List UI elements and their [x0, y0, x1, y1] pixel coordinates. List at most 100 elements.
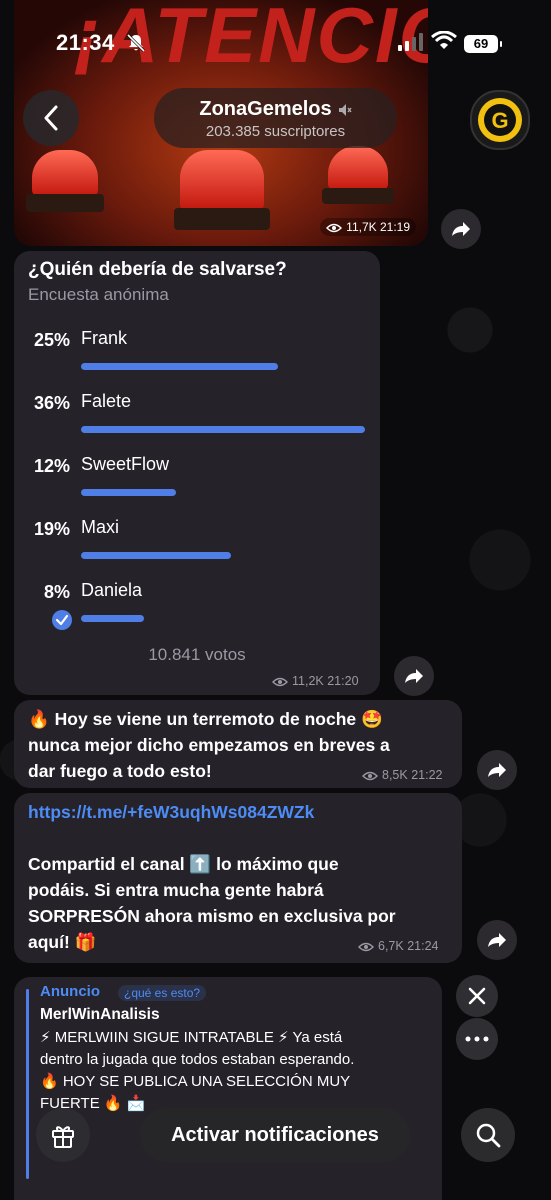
channel-avatar[interactable]: G — [470, 90, 530, 150]
poll-option-label: Maxi — [81, 517, 120, 537]
message-time: 21:22 — [411, 768, 443, 782]
ad-accent-line — [26, 989, 29, 1179]
status-bar: 21:34 69 — [0, 0, 551, 90]
forward-button[interactable] — [477, 920, 517, 960]
forward-button[interactable] — [394, 656, 434, 696]
gift-button[interactable] — [36, 1108, 90, 1162]
siren-base-right — [322, 188, 394, 204]
siren-center — [180, 150, 264, 210]
poll-option-bar — [81, 552, 231, 559]
poll-option-percent: 19% — [33, 519, 70, 539]
chevron-left-icon — [44, 105, 58, 131]
forward-button[interactable] — [477, 750, 517, 790]
media-views: 11,7K — [346, 220, 377, 234]
views-icon — [326, 223, 343, 233]
selected-check-icon — [52, 610, 72, 630]
message-bubble: https://t.me/+feW3uqhWs084ZWZk Compartid… — [14, 793, 462, 963]
search-button[interactable] — [461, 1108, 515, 1162]
muted-speaker-icon — [338, 103, 352, 116]
more-dots-icon — [465, 1036, 489, 1042]
ad-more-button[interactable] — [456, 1018, 498, 1060]
forward-icon — [452, 222, 470, 236]
gift-icon — [52, 1126, 74, 1148]
channel-name: ZonaGemelos — [199, 98, 332, 120]
ad-line: ⚡ MERLWIIN SIGUE INTRATABLE ⚡ Ya está — [40, 1029, 343, 1046]
silent-bell-icon — [126, 33, 146, 53]
ad-line: 🔥 HOY SE PUBLICA UNA SELECCIÓN MUY — [40, 1073, 351, 1090]
poll-votes[interactable]: 10.841 votos — [14, 645, 380, 665]
poll-option[interactable]: 25% Frank — [14, 328, 380, 384]
message-time: 21:24 — [407, 939, 439, 953]
message-line: 🔥 Hoy se viene un terremoto de noche 🤩 — [28, 709, 383, 729]
poll-option[interactable]: 36% Falete — [14, 391, 380, 447]
message-line: dar fuego a todo esto! — [28, 761, 212, 781]
message-link[interactable]: https://t.me/+feW3uqhWs084ZWZk — [28, 799, 396, 825]
forward-icon — [405, 669, 423, 683]
status-time: 21:34 — [56, 30, 115, 55]
poll-option-bar — [81, 489, 176, 496]
poll-option-bar — [81, 426, 365, 433]
message-line: Compartid el canal ⬆️ lo máximo que — [28, 854, 339, 874]
poll-option-percent: 8% — [43, 582, 70, 602]
battery-indicator: 69 — [464, 35, 502, 53]
message-meta: 6,7K 21:24 — [358, 939, 438, 953]
subscriber-count: 203.385 suscriptores — [205, 123, 346, 140]
siren-base-left — [26, 194, 104, 212]
media-meta: 11,7K 21:19 — [320, 218, 416, 236]
forward-button[interactable] — [441, 209, 481, 249]
message-line: SORPRESÓN ahora mismo en exclusiva por — [28, 906, 396, 926]
views-icon — [362, 771, 378, 780]
ad-label: Anuncio — [40, 983, 100, 1000]
views-icon — [272, 677, 288, 686]
close-icon — [468, 987, 486, 1005]
siren-left — [32, 150, 98, 196]
forward-icon — [488, 763, 506, 777]
poll-option-percent: 36% — [33, 393, 70, 413]
poll-option[interactable]: 8% Daniela — [14, 580, 380, 636]
channel-name-row: ZonaGemelos — [154, 98, 397, 121]
close-ad-button[interactable] — [456, 975, 498, 1017]
enable-notifications-button[interactable]: Activar notificaciones — [140, 1108, 410, 1162]
back-button[interactable] — [23, 90, 79, 146]
siren-base-center — [174, 208, 270, 230]
poll-option-label: Frank — [81, 328, 128, 348]
logo-letter: G — [491, 108, 508, 133]
poll-question: ¿Quién debería de salvarse? — [28, 259, 287, 280]
poll-type: Encuesta anónima — [28, 285, 169, 304]
forward-icon — [488, 933, 506, 947]
channel-title-pill[interactable]: ZonaGemelos 203.385 suscriptores — [154, 88, 397, 148]
message-bubble: 🔥 Hoy se viene un terremoto de noche 🤩 n… — [14, 700, 462, 788]
poll-meta: 11,2K 21:20 — [272, 674, 359, 688]
sponsored-message[interactable]: Anuncio ¿qué es esto? MerlWinAnalisis ⚡ … — [14, 977, 442, 1200]
views-icon — [358, 942, 374, 951]
message-text: 🔥 Hoy se viene un terremoto de noche 🤩 n… — [28, 706, 390, 784]
poll-option-label: Daniela — [81, 580, 143, 600]
poll-option[interactable]: 12% SweetFlow — [14, 454, 380, 510]
poll-option-bar — [81, 615, 144, 622]
ad-line: dentro la jugada que todos estaban esper… — [40, 1051, 355, 1068]
poll-time: 21:20 — [327, 674, 359, 688]
message-line: aquí! 🎁 — [28, 932, 97, 952]
ad-title: MerlWinAnalisis — [40, 1006, 160, 1023]
message-meta: 8,5K 21:22 — [362, 768, 442, 782]
poll-option-label: Falete — [81, 391, 132, 411]
wifi-icon — [431, 31, 457, 49]
ad-info-link[interactable]: ¿qué es esto? — [118, 985, 207, 1001]
message-line: podáis. Si entra mucha gente habrá — [28, 880, 324, 900]
ad-body: ⚡ MERLWIIN SIGUE INTRATABLE ⚡ Ya está de… — [40, 1027, 430, 1115]
poll-option[interactable]: 19% Maxi — [14, 517, 380, 573]
siren-right — [328, 146, 388, 190]
message-views: 6,7K — [378, 939, 404, 953]
message-line: nunca mejor dicho empezamos en breves a — [28, 735, 390, 755]
message-views: 8,5K — [382, 768, 408, 782]
poll-message: ¿Quién debería de salvarse? Encuesta anó… — [14, 251, 380, 695]
poll-views: 11,2K — [292, 674, 324, 688]
message-text: https://t.me/+feW3uqhWs084ZWZk Compartid… — [28, 799, 396, 955]
channel-logo-icon: G — [478, 98, 522, 142]
media-time: 21:19 — [379, 220, 410, 234]
poll-option-bar — [81, 363, 278, 370]
search-icon — [476, 1123, 501, 1148]
poll-option-percent: 25% — [33, 330, 70, 350]
cellular-signal-icon — [398, 33, 423, 51]
